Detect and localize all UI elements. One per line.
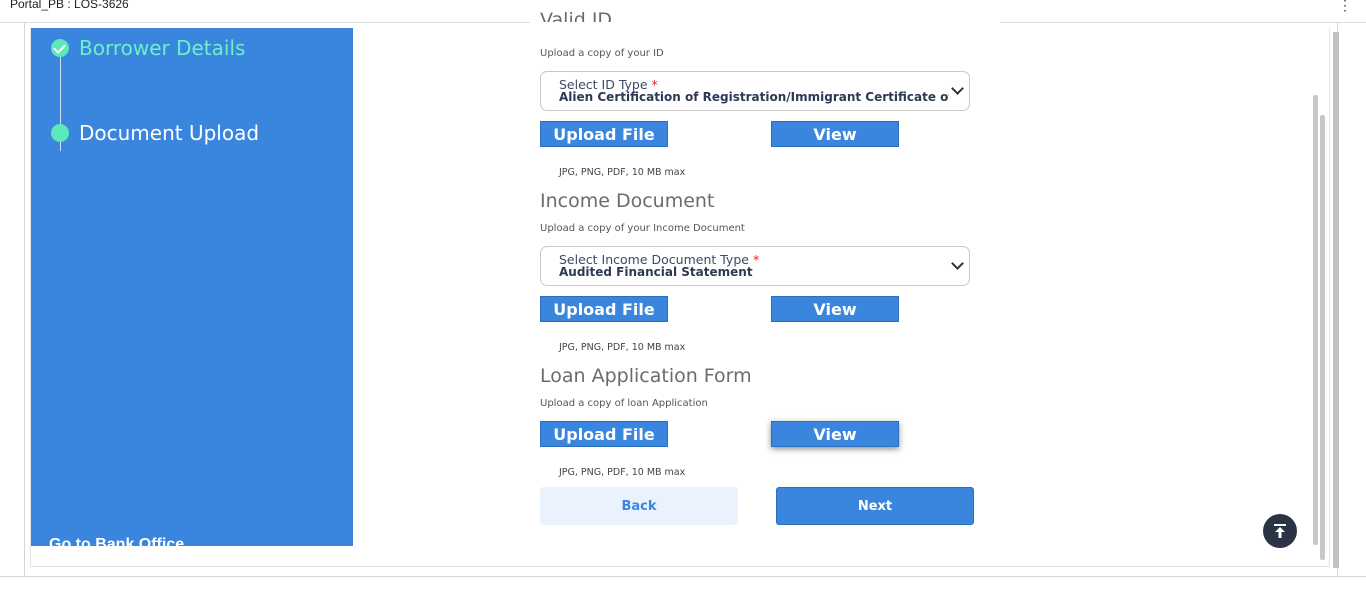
chevron-down-icon [951, 257, 964, 270]
upload-loan-button[interactable]: Upload File [540, 421, 668, 447]
step-borrower-details[interactable]: Borrower Details [51, 36, 245, 60]
check-icon [51, 39, 69, 57]
chevron-down-icon [951, 82, 964, 95]
step-label: Borrower Details [79, 36, 246, 60]
step-document-upload[interactable]: Document Upload [51, 121, 259, 145]
back-button[interactable]: Back [540, 487, 738, 525]
window-title-bar: Portal_PB : LOS-3626 ⋮ [0, 0, 1366, 23]
view-loan-button[interactable]: View [771, 421, 899, 447]
step-label: Document Upload [79, 121, 260, 145]
kebab-menu-icon[interactable]: ⋮ [1338, 0, 1352, 12]
file-hint: JPG, PNG, PDF, 10 MB max [559, 167, 686, 178]
file-hint: JPG, PNG, PDF, 10 MB max [559, 467, 686, 478]
divider [0, 576, 1366, 577]
section-title-income-document: Income Document [540, 190, 715, 212]
id-type-select[interactable]: Select ID Type * Alien Certification of R… [540, 71, 970, 111]
file-hint: JPG, PNG, PDF, 10 MB max [559, 342, 686, 353]
select-value: Audited Financial Statement [559, 265, 753, 279]
section-subtitle: Upload a copy of your ID [540, 48, 664, 59]
section-subtitle: Upload a copy of your Income Document [540, 223, 745, 234]
next-button[interactable]: Next [776, 487, 974, 525]
income-type-select[interactable]: Select Income Document Type * Audited Fin… [540, 246, 970, 286]
sidebar: Borrower Details Document Upload Go to B… [31, 28, 353, 546]
content-scrollbar[interactable] [1320, 115, 1325, 560]
section-title-loan-application: Loan Application Form [540, 365, 752, 387]
window-title: Portal_PB : LOS-3626 [10, 0, 129, 11]
view-id-button[interactable]: View [771, 121, 899, 147]
arrow-up-icon [1274, 524, 1286, 538]
page-scrollbar[interactable] [1333, 32, 1339, 568]
upload-income-button[interactable]: Upload File [540, 296, 668, 322]
view-income-button[interactable]: View [771, 296, 899, 322]
step-dot-icon [51, 124, 69, 142]
inner-scrollbar[interactable] [1313, 95, 1318, 545]
back-office-link[interactable]: Go to Bank Office [49, 536, 184, 546]
upload-id-button[interactable]: Upload File [540, 121, 668, 147]
select-value: Alien Certification of Registration/Immi… [559, 90, 949, 104]
scroll-to-top-button[interactable] [1263, 514, 1297, 548]
section-subtitle: Upload a copy of loan Application [540, 398, 708, 409]
